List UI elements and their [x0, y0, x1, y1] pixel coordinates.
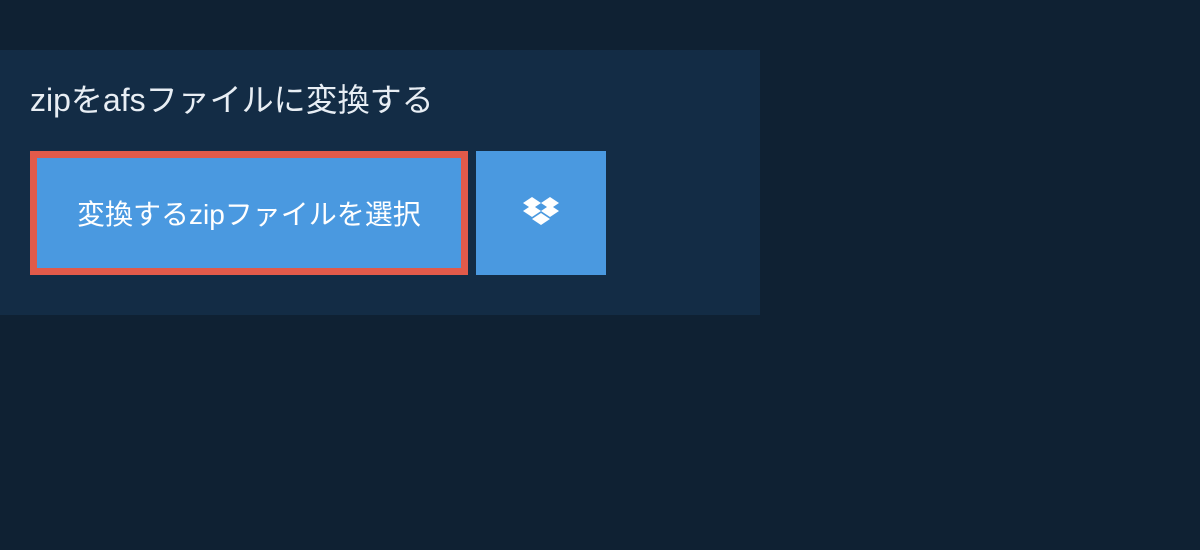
select-file-label: 変換するzipファイルを選択 — [77, 193, 421, 233]
button-row: 変換するzipファイルを選択 — [0, 151, 760, 275]
dropbox-icon — [523, 197, 559, 229]
select-file-button[interactable]: 変換するzipファイルを選択 — [30, 151, 468, 275]
converter-panel: zipをafsファイルに変換する 変換するzipファイルを選択 — [0, 50, 760, 315]
page-title: zipをafsファイルに変換する — [0, 50, 760, 151]
dropbox-button[interactable] — [476, 151, 606, 275]
